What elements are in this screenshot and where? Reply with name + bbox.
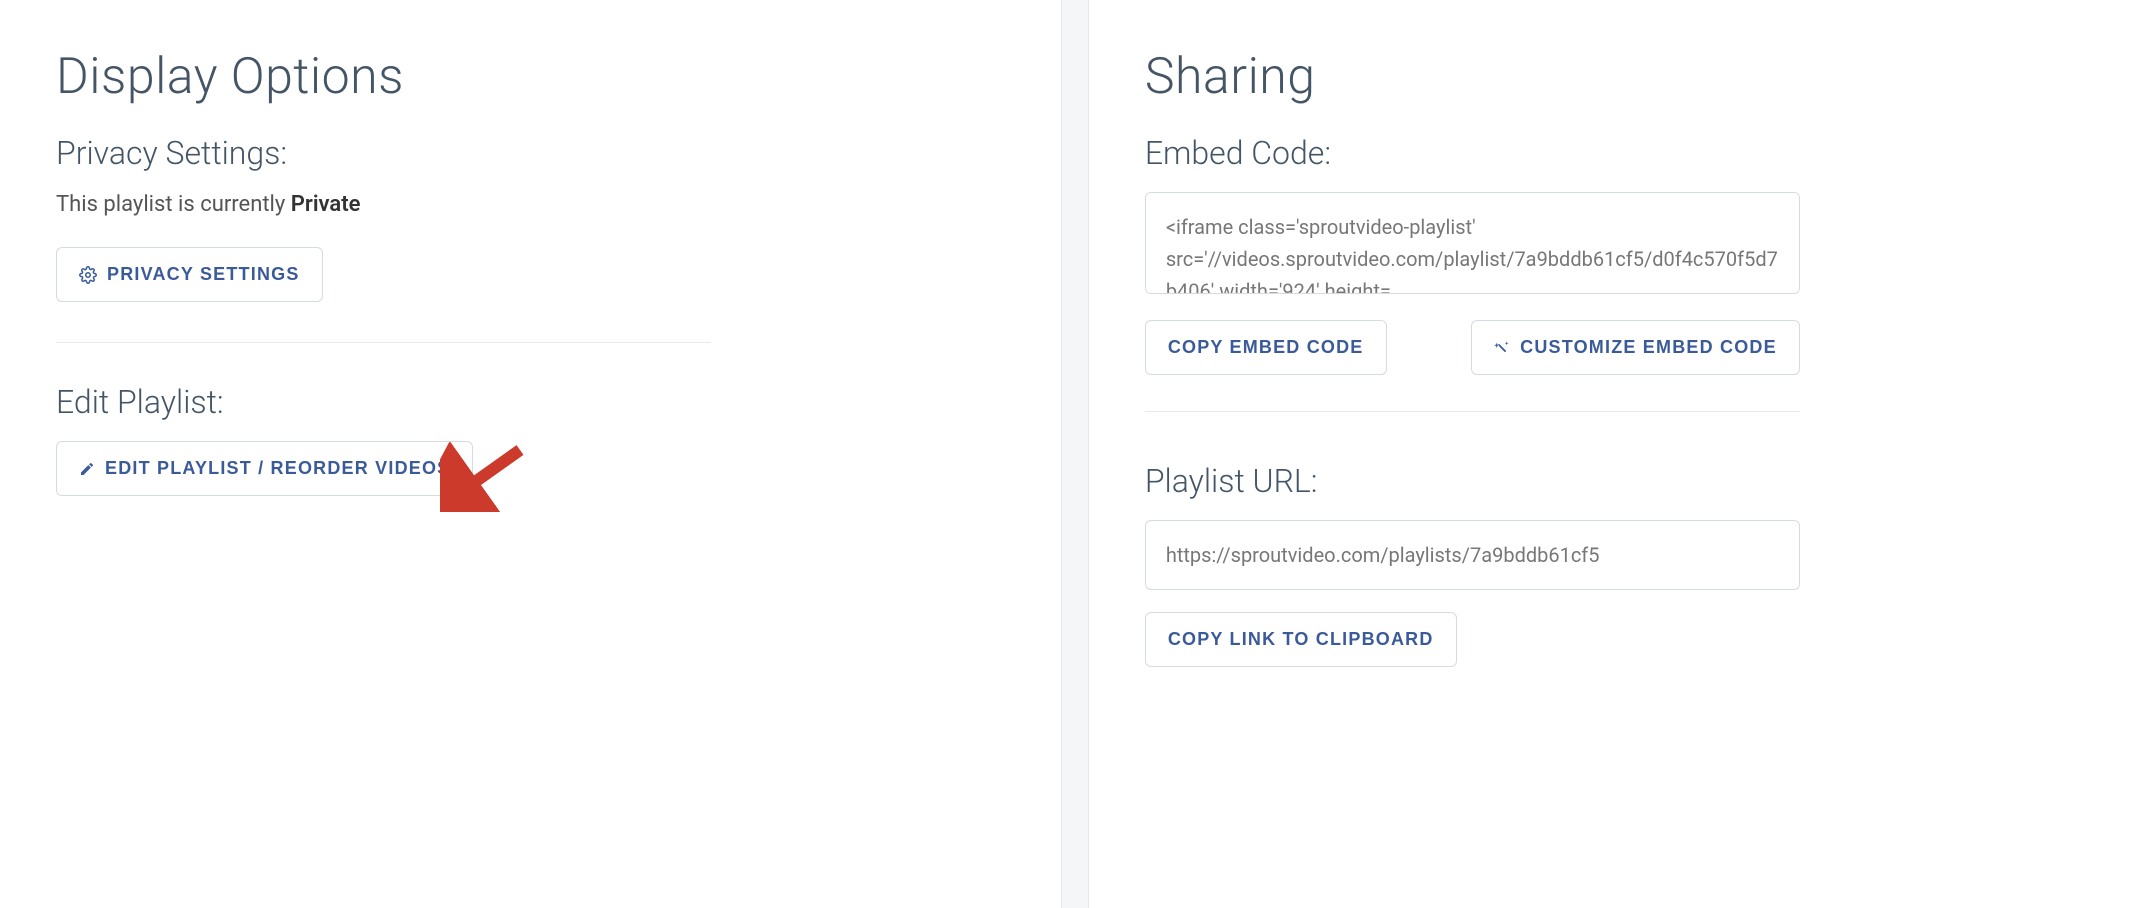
- edit-playlist-button-label: EDIT PLAYLIST / REORDER VIDEOS: [105, 458, 450, 479]
- copy-embed-code-label: COPY EMBED CODE: [1168, 337, 1364, 358]
- pencil-icon: [79, 461, 95, 477]
- playlist-url-heading: Playlist URL:: [1145, 462, 2094, 500]
- panel-gap: [1061, 0, 1089, 908]
- privacy-status-value: Private: [291, 192, 361, 217]
- edit-playlist-heading: Edit Playlist:: [56, 383, 1005, 421]
- playlist-url-input[interactable]: [1145, 520, 1800, 590]
- sharing-title: Sharing: [1145, 48, 2094, 106]
- edit-playlist-button[interactable]: EDIT PLAYLIST / REORDER VIDEOS: [56, 441, 473, 496]
- copy-embed-code-button[interactable]: COPY EMBED CODE: [1145, 320, 1387, 375]
- privacy-settings-heading: Privacy Settings:: [56, 134, 1005, 172]
- privacy-status-prefix: This playlist is currently: [56, 192, 291, 217]
- embed-buttons-row: COPY EMBED CODE CUSTOMIZE EMBED CODE: [1145, 320, 1800, 375]
- divider: [56, 342, 711, 343]
- display-options-title: Display Options: [56, 48, 1005, 106]
- divider: [1145, 411, 1800, 412]
- sharing-panel: Sharing Embed Code: COPY EMBED CODE CUST…: [1089, 0, 2150, 908]
- privacy-settings-button-label: PRIVACY SETTINGS: [107, 264, 300, 285]
- copy-link-label: COPY LINK TO CLIPBOARD: [1168, 629, 1434, 650]
- settings-page: Display Options Privacy Settings: This p…: [0, 0, 2150, 908]
- customize-embed-code-label: CUSTOMIZE EMBED CODE: [1520, 337, 1777, 358]
- display-options-panel: Display Options Privacy Settings: This p…: [0, 0, 1061, 908]
- embed-code-heading: Embed Code:: [1145, 134, 2094, 172]
- wand-icon: [1494, 340, 1510, 356]
- privacy-status-text: This playlist is currently Private: [56, 192, 1005, 217]
- privacy-settings-button[interactable]: PRIVACY SETTINGS: [56, 247, 323, 302]
- gear-icon: [79, 266, 97, 284]
- embed-code-textarea[interactable]: [1145, 192, 1800, 294]
- copy-link-button[interactable]: COPY LINK TO CLIPBOARD: [1145, 612, 1457, 667]
- customize-embed-code-button[interactable]: CUSTOMIZE EMBED CODE: [1471, 320, 1800, 375]
